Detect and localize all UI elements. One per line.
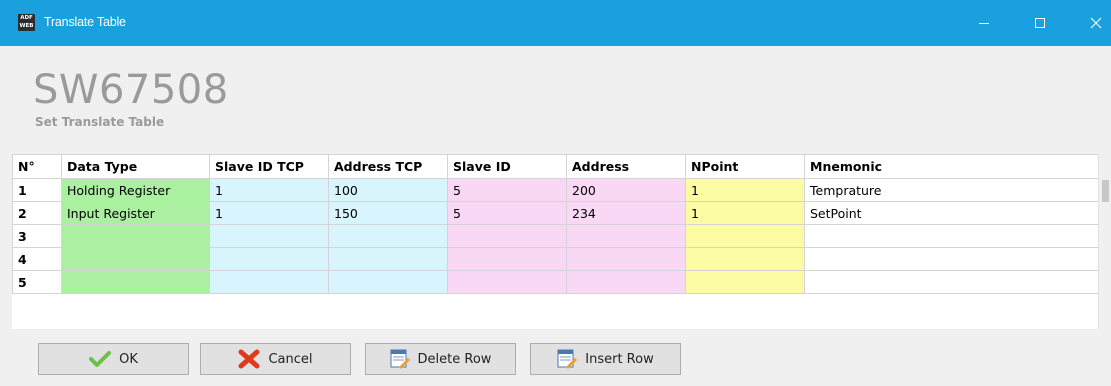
cancel-button-label: Cancel [268,351,313,367]
col-header-slave-id[interactable]: Slave ID [447,154,567,179]
scrollbar-thumb[interactable] [1102,180,1109,202]
delete-row-icon [390,349,410,369]
data-type-cell[interactable] [61,224,210,248]
data-type-cell[interactable] [61,270,210,294]
minimize-icon [979,22,989,24]
data-type-cell[interactable]: Holding Register [61,178,210,202]
row-number[interactable]: 3 [12,224,62,248]
slave-id-tcp-cell[interactable] [209,224,329,248]
slave-id-tcp-cell[interactable]: 1 [209,178,329,202]
mnemonic-cell[interactable]: Temprature [804,178,1099,202]
address-tcp-cell[interactable]: 100 [328,178,448,202]
address-cell[interactable] [566,247,686,271]
minimize-button[interactable] [962,0,1006,46]
row-number[interactable]: 1 [12,178,62,202]
insert-row-button[interactable]: Insert Row [530,343,681,375]
table-header-row: N° Data Type Slave ID TCP Address TCP Sl… [12,154,1099,179]
delete-row-button-label: Delete Row [417,351,492,367]
address-tcp-cell[interactable]: 150 [328,201,448,225]
address-cell[interactable]: 234 [566,201,686,225]
window-title: Translate Table [44,15,126,29]
col-header-num[interactable]: N° [12,154,62,179]
ok-button[interactable]: OK [38,343,189,375]
title-bar: ADF WEB Translate Table [0,0,1111,46]
npoint-cell[interactable] [685,270,805,294]
address-tcp-cell[interactable] [328,247,448,271]
table-row[interactable]: 3 [12,224,1099,248]
slave-id-cell[interactable] [447,247,567,271]
row-number[interactable]: 4 [12,247,62,271]
mnemonic-cell[interactable]: SetPoint [804,201,1099,225]
translate-table-grid: N° Data Type Slave ID TCP Address TCP Sl… [12,154,1111,329]
slave-id-tcp-cell[interactable] [209,270,329,294]
col-header-mnemonic[interactable]: Mnemonic [804,154,1099,179]
col-header-address-tcp[interactable]: Address TCP [328,154,448,179]
insert-row-icon [557,349,578,369]
insert-row-button-label: Insert Row [585,351,654,367]
slave-id-cell[interactable]: 5 [447,201,567,225]
ok-button-label: OK [119,351,138,367]
app-logo-text-bottom: WEB [19,23,34,29]
slave-id-cell[interactable] [447,224,567,248]
close-icon [1090,17,1102,29]
col-header-slave-id-tcp[interactable]: Slave ID TCP [209,154,329,179]
col-header-address[interactable]: Address [566,154,686,179]
maximize-icon [1035,18,1045,28]
table-row[interactable]: 1 Holding Register 1 100 5 200 1 Temprat… [12,178,1099,202]
close-button[interactable] [1074,0,1111,46]
page-subtitle: Set Translate Table [35,115,165,129]
address-cell[interactable] [566,224,686,248]
table-row[interactable]: 5 [12,270,1099,294]
slave-id-tcp-cell[interactable] [209,247,329,271]
slave-id-cell[interactable]: 5 [447,178,567,202]
npoint-cell[interactable]: 1 [685,178,805,202]
npoint-cell[interactable]: 1 [685,201,805,225]
col-header-data-type[interactable]: Data Type [61,154,210,179]
address-tcp-cell[interactable] [328,270,448,294]
vertical-scrollbar[interactable] [1098,154,1111,329]
checkmark-icon [89,351,112,367]
maximize-button[interactable] [1018,0,1062,46]
cancel-button[interactable]: Cancel [200,343,351,375]
npoint-cell[interactable] [685,224,805,248]
row-number[interactable]: 5 [12,270,62,294]
main-content: SW67508 Set Translate Table N° Data Type… [0,46,1111,386]
app-logo-text-top: ADF [20,15,33,21]
npoint-cell[interactable] [685,247,805,271]
slave-id-cell[interactable] [447,270,567,294]
data-type-cell[interactable] [61,247,210,271]
mnemonic-cell[interactable] [804,224,1099,248]
slave-id-tcp-cell[interactable]: 1 [209,201,329,225]
table-row[interactable]: 2 Input Register 1 150 5 234 1 SetPoint [12,201,1099,225]
delete-row-button[interactable]: Delete Row [365,343,516,375]
mnemonic-cell[interactable] [804,247,1099,271]
address-tcp-cell[interactable] [328,224,448,248]
address-cell[interactable] [566,270,686,294]
app-logo-icon: ADF WEB [18,14,35,31]
address-cell[interactable]: 200 [566,178,686,202]
row-number[interactable]: 2 [12,201,62,225]
translate-table: N° Data Type Slave ID TCP Address TCP Sl… [12,154,1099,294]
app-name: SW67508 [33,67,229,113]
mnemonic-cell[interactable] [804,270,1099,294]
table-row[interactable]: 4 [12,247,1099,271]
col-header-npoint[interactable]: NPoint [685,154,805,179]
x-icon [238,349,260,369]
data-type-cell[interactable]: Input Register [61,201,210,225]
